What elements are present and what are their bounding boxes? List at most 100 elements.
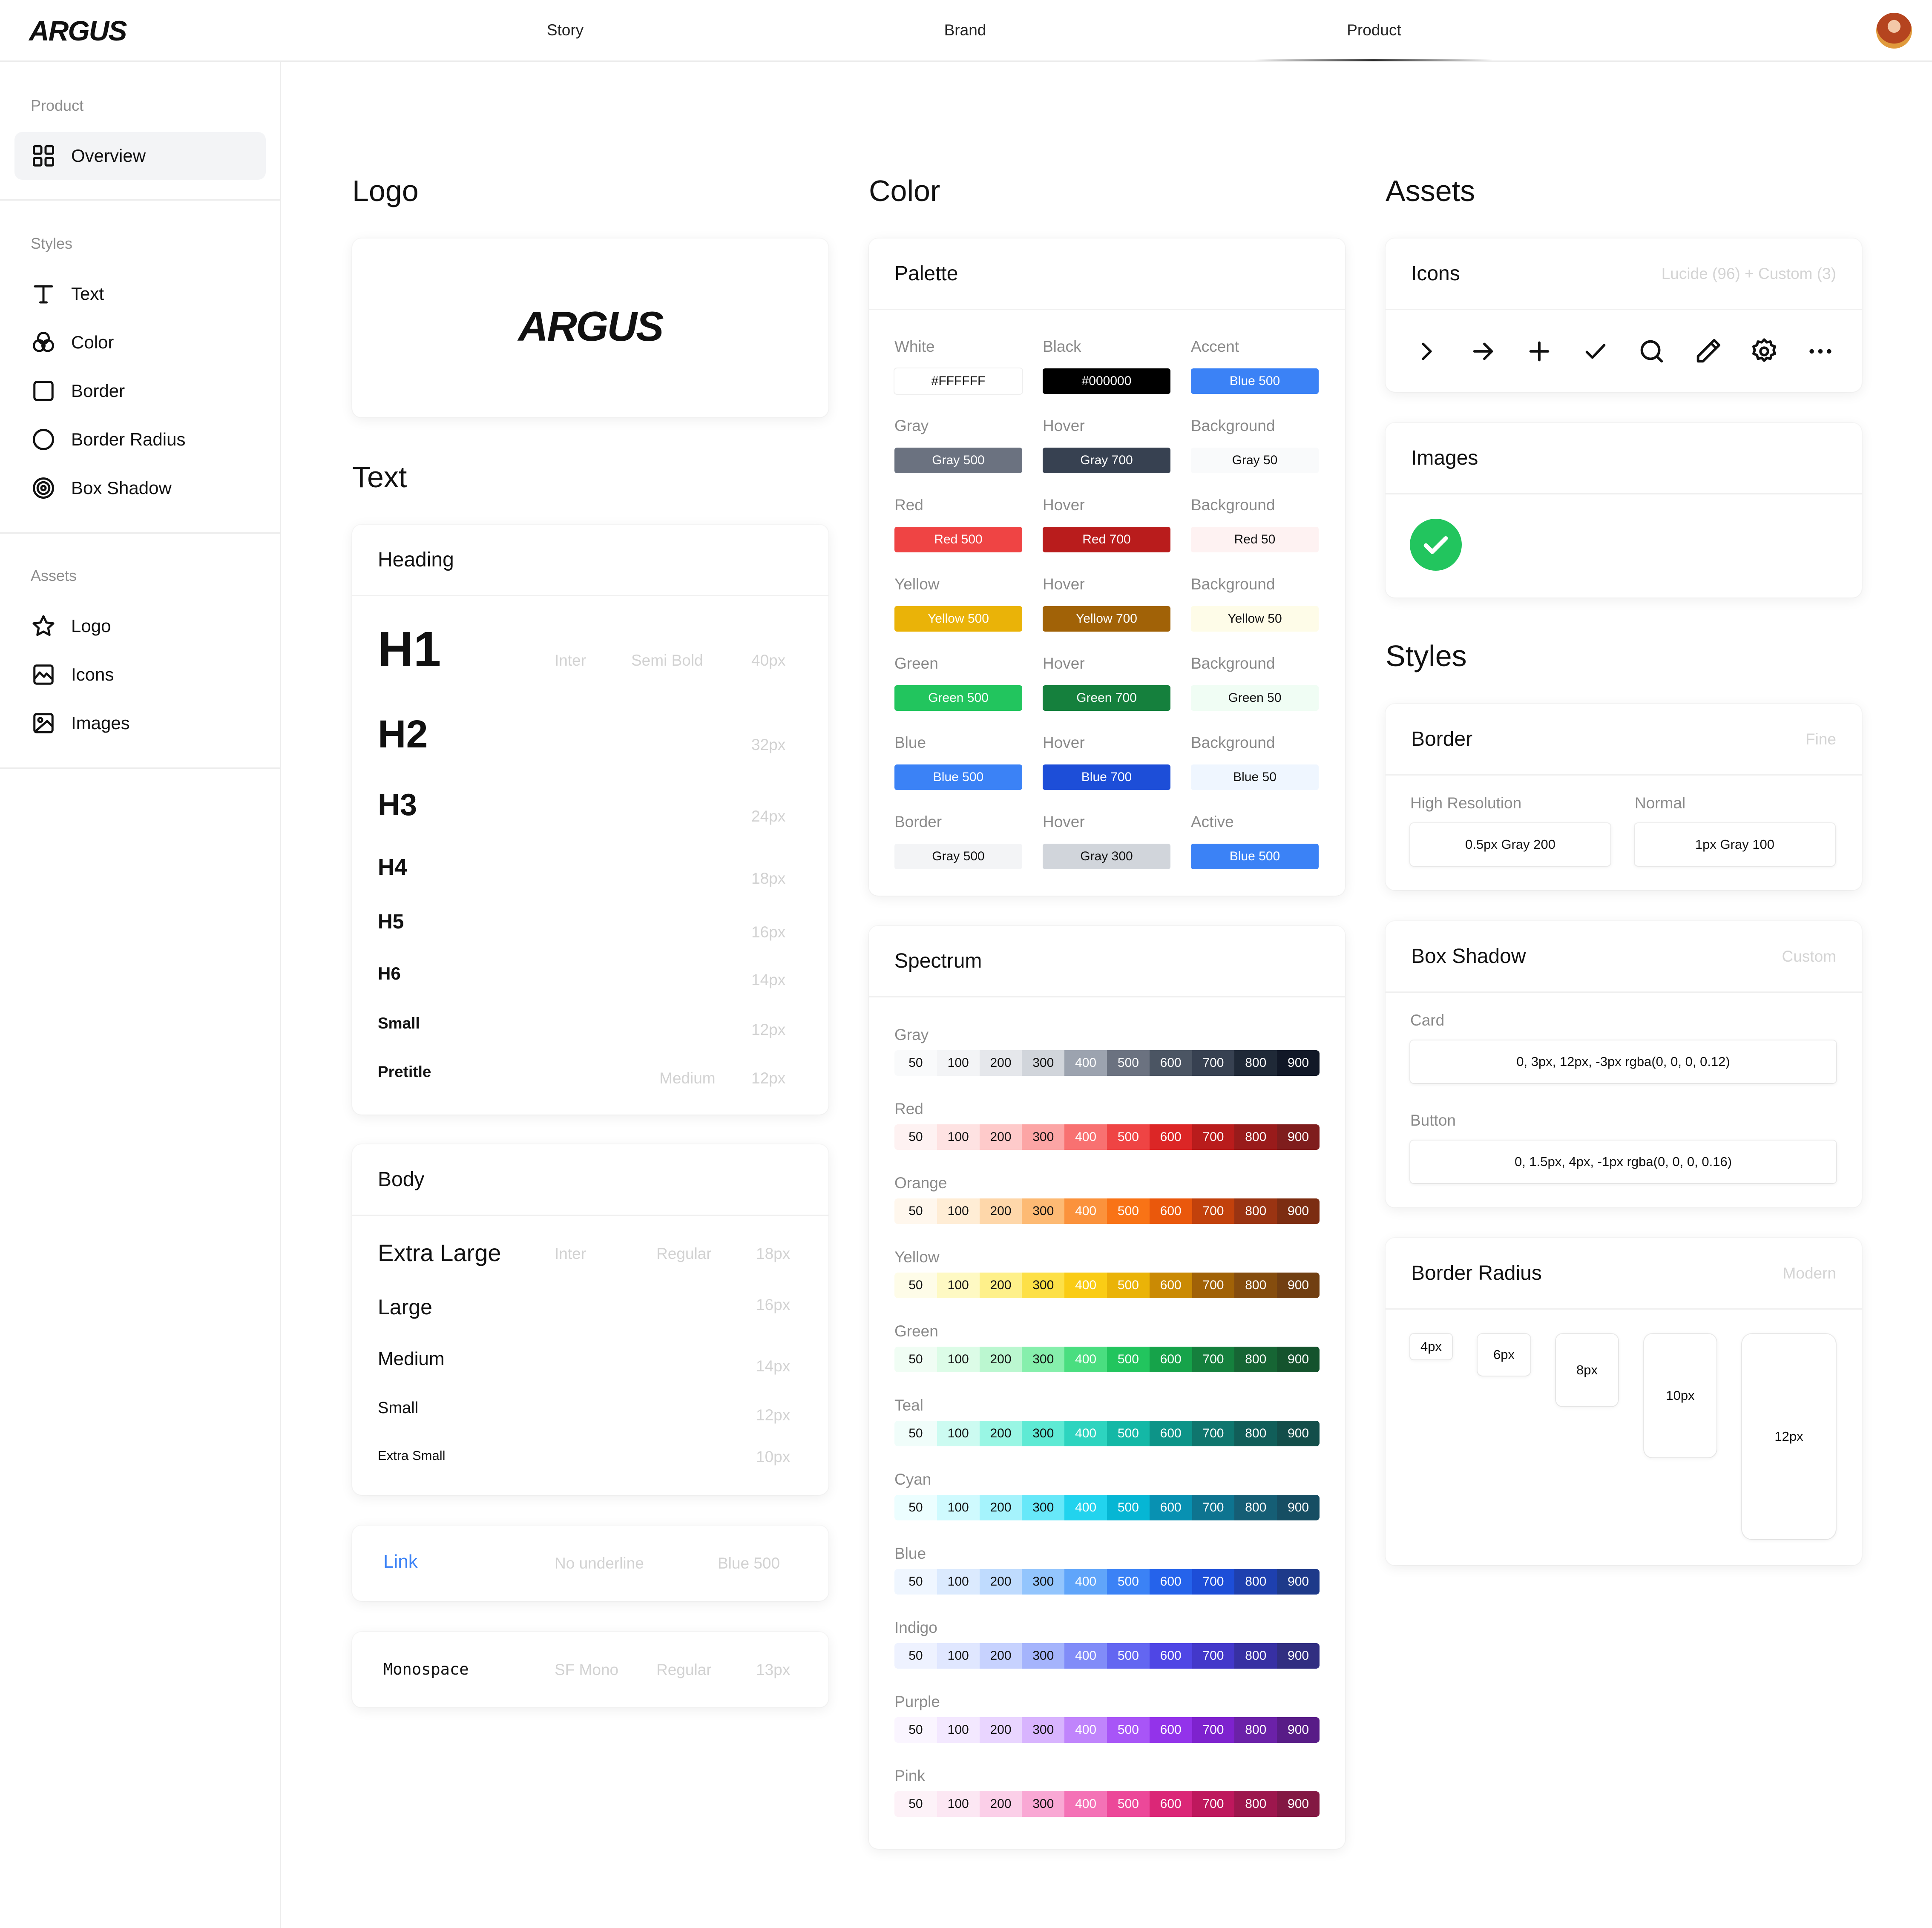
spectrum-swatch[interactable]: 400 (1064, 1717, 1107, 1743)
spectrum-swatch[interactable]: 800 (1234, 1495, 1277, 1520)
palette-swatch[interactable]: Gray 300 (1043, 844, 1170, 869)
spectrum-swatch[interactable]: 700 (1192, 1569, 1235, 1595)
spectrum-swatch[interactable]: 50 (894, 1347, 937, 1372)
spectrum-swatch[interactable]: 50 (894, 1421, 937, 1446)
spectrum-swatch[interactable]: 500 (1107, 1273, 1150, 1298)
brand-logo[interactable]: ARGUS (29, 14, 127, 47)
spectrum-swatch[interactable]: 100 (937, 1124, 980, 1150)
spectrum-swatch[interactable]: 100 (937, 1273, 980, 1298)
spectrum-swatch[interactable]: 600 (1149, 1273, 1192, 1298)
sidebar-item-logo[interactable]: Logo (14, 602, 266, 650)
spectrum-swatch[interactable]: 600 (1149, 1347, 1192, 1372)
spectrum-swatch[interactable]: 500 (1107, 1643, 1150, 1669)
spectrum-swatch[interactable]: 200 (979, 1124, 1022, 1150)
palette-swatch[interactable]: Yellow 50 (1191, 606, 1319, 632)
nav-product[interactable]: Product (1347, 21, 1401, 39)
spectrum-swatch[interactable]: 700 (1192, 1495, 1235, 1520)
palette-swatch[interactable]: Blue 500 (894, 764, 1022, 790)
spectrum-swatch[interactable]: 700 (1192, 1198, 1235, 1224)
search-icon[interactable] (1637, 336, 1667, 366)
pencil-icon[interactable] (1693, 336, 1723, 366)
palette-swatch[interactable]: Red 500 (894, 527, 1022, 552)
spectrum-swatch[interactable]: 900 (1277, 1717, 1320, 1743)
palette-swatch[interactable]: Red 700 (1043, 527, 1170, 552)
spectrum-swatch[interactable]: 200 (979, 1495, 1022, 1520)
more-horizontal-icon[interactable] (1806, 336, 1835, 366)
nav-brand[interactable]: Brand (944, 21, 986, 39)
palette-swatch[interactable]: Gray 700 (1043, 448, 1170, 473)
spectrum-swatch[interactable]: 900 (1277, 1791, 1320, 1817)
palette-swatch[interactable]: Blue 500 (1191, 368, 1319, 394)
spectrum-swatch[interactable]: 300 (1022, 1050, 1065, 1076)
spectrum-swatch[interactable]: 600 (1149, 1791, 1192, 1817)
spectrum-swatch[interactable]: 900 (1277, 1421, 1320, 1446)
arrow-right-icon[interactable] (1468, 336, 1498, 366)
spectrum-swatch[interactable]: 400 (1064, 1495, 1107, 1520)
palette-swatch[interactable]: Gray 50 (1191, 448, 1319, 473)
spectrum-swatch[interactable]: 50 (894, 1050, 937, 1076)
spectrum-swatch[interactable]: 700 (1192, 1421, 1235, 1446)
spectrum-swatch[interactable]: 800 (1234, 1050, 1277, 1076)
spectrum-swatch[interactable]: 100 (937, 1347, 980, 1372)
spectrum-swatch[interactable]: 500 (1107, 1347, 1150, 1372)
spectrum-swatch[interactable]: 900 (1277, 1569, 1320, 1595)
settings-icon[interactable] (1749, 336, 1779, 366)
spectrum-swatch[interactable]: 900 (1277, 1347, 1320, 1372)
spectrum-swatch[interactable]: 300 (1022, 1717, 1065, 1743)
sidebar-item-icons[interactable]: Icons (14, 651, 266, 698)
spectrum-swatch[interactable]: 900 (1277, 1643, 1320, 1669)
spectrum-swatch[interactable]: 500 (1107, 1569, 1150, 1595)
spectrum-swatch[interactable]: 900 (1277, 1124, 1320, 1150)
palette-swatch[interactable]: Blue 50 (1191, 764, 1319, 790)
spectrum-swatch[interactable]: 300 (1022, 1347, 1065, 1372)
spectrum-swatch[interactable]: 200 (979, 1569, 1022, 1595)
spectrum-swatch[interactable]: 800 (1234, 1791, 1277, 1817)
spectrum-swatch[interactable]: 800 (1234, 1717, 1277, 1743)
spectrum-swatch[interactable]: 100 (937, 1495, 980, 1520)
spectrum-swatch[interactable]: 200 (979, 1198, 1022, 1224)
spectrum-swatch[interactable]: 400 (1064, 1643, 1107, 1669)
spectrum-swatch[interactable]: 200 (979, 1273, 1022, 1298)
palette-swatch[interactable]: Green 50 (1191, 685, 1319, 711)
spectrum-swatch[interactable]: 100 (937, 1198, 980, 1224)
palette-swatch[interactable]: Blue 700 (1043, 764, 1170, 790)
spectrum-swatch[interactable]: 700 (1192, 1347, 1235, 1372)
plus-icon[interactable] (1524, 336, 1554, 366)
spectrum-swatch[interactable]: 300 (1022, 1791, 1065, 1817)
spectrum-swatch[interactable]: 600 (1149, 1495, 1192, 1520)
sidebar-item-text[interactable]: Text (14, 270, 266, 318)
spectrum-swatch[interactable]: 500 (1107, 1198, 1150, 1224)
spectrum-swatch[interactable]: 800 (1234, 1421, 1277, 1446)
spectrum-swatch[interactable]: 400 (1064, 1347, 1107, 1372)
sidebar-item-overview[interactable]: Overview (14, 132, 266, 180)
spectrum-swatch[interactable]: 200 (979, 1050, 1022, 1076)
spectrum-swatch[interactable]: 600 (1149, 1124, 1192, 1150)
spectrum-swatch[interactable]: 500 (1107, 1495, 1150, 1520)
spectrum-swatch[interactable]: 100 (937, 1717, 980, 1743)
sidebar-item-border[interactable]: Border (14, 367, 266, 415)
spectrum-swatch[interactable]: 300 (1022, 1643, 1065, 1669)
nav-story[interactable]: Story (547, 21, 584, 39)
avatar[interactable] (1876, 13, 1912, 49)
palette-swatch[interactable]: Yellow 700 (1043, 606, 1170, 632)
spectrum-swatch[interactable]: 50 (894, 1124, 937, 1150)
palette-swatch[interactable]: Gray 500 (894, 448, 1022, 473)
spectrum-swatch[interactable]: 700 (1192, 1050, 1235, 1076)
spectrum-swatch[interactable]: 700 (1192, 1791, 1235, 1817)
spectrum-swatch[interactable]: 100 (937, 1643, 980, 1669)
spectrum-swatch[interactable]: 900 (1277, 1273, 1320, 1298)
spectrum-swatch[interactable]: 600 (1149, 1717, 1192, 1743)
spectrum-swatch[interactable]: 700 (1192, 1124, 1235, 1150)
spectrum-swatch[interactable]: 500 (1107, 1791, 1150, 1817)
spectrum-swatch[interactable]: 500 (1107, 1050, 1150, 1076)
spectrum-swatch[interactable]: 50 (894, 1198, 937, 1224)
spectrum-swatch[interactable]: 600 (1149, 1198, 1192, 1224)
sidebar-item-border-radius[interactable]: Border Radius (14, 416, 266, 463)
spectrum-swatch[interactable]: 300 (1022, 1421, 1065, 1446)
spectrum-swatch[interactable]: 400 (1064, 1569, 1107, 1595)
spectrum-swatch[interactable]: 800 (1234, 1124, 1277, 1150)
spectrum-swatch[interactable]: 100 (937, 1569, 980, 1595)
spectrum-swatch[interactable]: 500 (1107, 1717, 1150, 1743)
spectrum-swatch[interactable]: 200 (979, 1791, 1022, 1817)
spectrum-swatch[interactable]: 200 (979, 1643, 1022, 1669)
